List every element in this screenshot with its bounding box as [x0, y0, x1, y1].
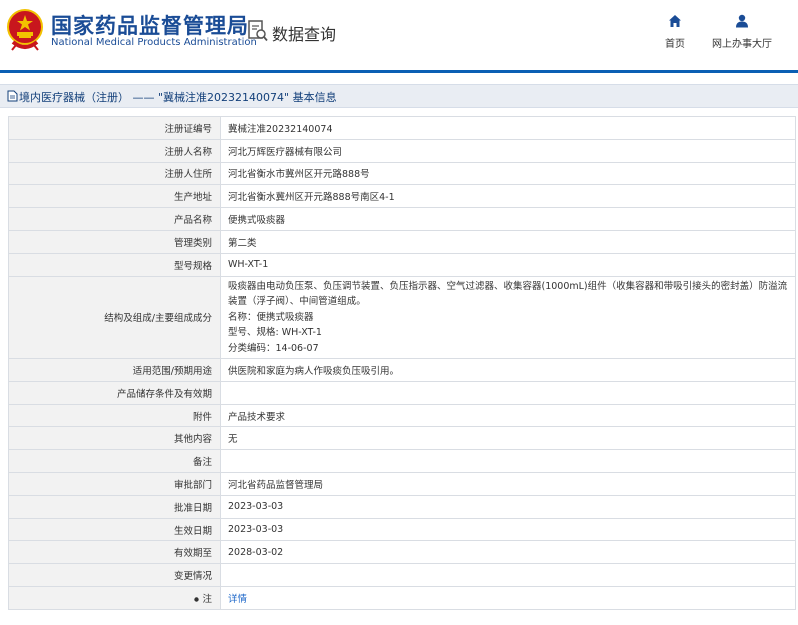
value-note-cell: 详情	[220, 586, 796, 610]
value-model: WH-XT-1	[220, 252, 796, 277]
table-row: 适用范围/预期用途 供医院和家庭为病人作吸痰负压吸引用。	[8, 358, 796, 382]
label-storage: 产品储存条件及有效期	[8, 380, 221, 405]
label-address: 注册人住所	[8, 161, 221, 186]
table-row: 审批部门 河北省药品监督管理局	[8, 472, 796, 496]
info-dot-icon	[194, 597, 200, 602]
label-reg-no: 注册证编号	[8, 116, 221, 140]
value-product-name: 便携式吸痰器	[220, 207, 796, 231]
value-other: 无	[220, 426, 796, 451]
label-approval-date: 批准日期	[8, 494, 221, 519]
value-attachment: 产品技术要求	[220, 403, 796, 428]
nav-online-hall[interactable]: 网上办事大厅	[706, 14, 778, 50]
table-row: 型号规格 WH-XT-1	[8, 252, 796, 277]
value-approval-date: 2023-03-03	[220, 494, 796, 519]
value-scope: 供医院和家庭为病人作吸痰负压吸引用。	[220, 358, 796, 382]
value-remarks	[220, 449, 796, 474]
label-attachment: 附件	[8, 403, 221, 428]
table-row: 管理类别 第二类	[8, 229, 796, 254]
table-row: 注 详情	[8, 586, 796, 610]
nav-hall-label: 网上办事大厅	[712, 39, 772, 50]
value-address: 河北省衡水市冀州区开元路888号	[220, 161, 796, 186]
label-effective-date: 生效日期	[8, 517, 221, 542]
value-expiry-date: 2028-03-02	[220, 540, 796, 565]
table-row: 产品名称 便携式吸痰器	[8, 207, 796, 231]
structure-line: 装置（浮子阀）、中间管道组成。	[228, 296, 366, 308]
value-structure: 吸痰器由电动负压泵、负压调节装置、负压指示器、空气过滤器、收集容器(1000mL…	[220, 275, 796, 360]
details-link[interactable]: 详情	[228, 594, 247, 605]
structure-line: 名称：便携式吸痰器	[228, 311, 314, 323]
org-name-cn: 国家药品监督管理局	[51, 14, 249, 38]
table-row: 注册人住所 河北省衡水市冀州区开元路888号	[8, 161, 796, 186]
site-header: 国家药品监督管理局 National Medical Products Admi…	[0, 0, 798, 70]
label-change: 变更情况	[8, 563, 221, 588]
label-production-address: 生产地址	[8, 184, 221, 209]
registration-info-table: 注册证编号 冀械注准20232140074 注册人名称 河北万辉医疗器械有限公司…	[8, 116, 796, 610]
breadcrumb-text: 境内医疗器械（注册） —— "冀械注准20232140074" 基本信息	[19, 91, 337, 104]
nav-home-label: 首页	[665, 39, 685, 50]
value-storage	[220, 380, 796, 405]
nav-home[interactable]: 首页	[656, 14, 694, 50]
structure-line: 型号、规格: WH-XT-1	[228, 327, 322, 339]
label-note: 注	[202, 593, 212, 605]
value-registrant: 河北万辉医疗器械有限公司	[220, 138, 796, 163]
home-icon	[669, 15, 681, 27]
label-model: 型号规格	[8, 252, 221, 277]
user-icon	[736, 14, 748, 28]
org-name-en: National Medical Products Administration	[51, 37, 257, 48]
label-product-name: 产品名称	[8, 207, 221, 231]
table-row: 结构及组成/主要组成成分 吸痰器由电动负压泵、负压调节装置、负压指示器、空气过滤…	[8, 275, 796, 360]
national-emblem-icon	[7, 9, 43, 51]
value-effective-date: 2023-03-03	[220, 517, 796, 542]
header-divider	[0, 70, 798, 73]
data-query-icon	[248, 20, 268, 42]
table-row: 注册证编号 冀械注准20232140074	[8, 116, 796, 140]
table-row: 批准日期 2023-03-03	[8, 494, 796, 519]
table-row: 生产地址 河北省衡水冀州区开元路888号南区4-1	[8, 184, 796, 209]
value-category: 第二类	[220, 229, 796, 254]
label-registrant: 注册人名称	[8, 138, 221, 163]
table-row: 其他内容 无	[8, 426, 796, 451]
value-approval-dept: 河北省药品监督管理局	[220, 472, 796, 496]
structure-line: 吸痰器由电动负压泵、负压调节装置、负压指示器、空气过滤器、收集容器(1000mL…	[228, 280, 788, 292]
table-row: 生效日期 2023-03-03	[8, 517, 796, 542]
table-row: 产品储存条件及有效期	[8, 380, 796, 405]
table-row: 附件 产品技术要求	[8, 403, 796, 428]
structure-line: 分类编码：14-06-07	[228, 342, 319, 354]
page-title: 数据查询	[272, 25, 337, 44]
table-row: 备注	[8, 449, 796, 474]
label-structure: 结构及组成/主要组成成分	[8, 275, 221, 360]
label-category: 管理类别	[8, 229, 221, 254]
table-row: 有效期至 2028-03-02	[8, 540, 796, 565]
document-icon	[7, 90, 18, 102]
value-change	[220, 563, 796, 588]
table-row: 变更情况	[8, 563, 796, 588]
breadcrumb: 境内医疗器械（注册） —— "冀械注准20232140074" 基本信息	[0, 84, 798, 108]
table-row: 注册人名称 河北万辉医疗器械有限公司	[8, 138, 796, 163]
label-scope: 适用范围/预期用途	[8, 358, 221, 382]
label-other: 其他内容	[8, 426, 221, 451]
label-remarks: 备注	[8, 449, 221, 474]
label-note-cell: 注	[8, 586, 221, 610]
value-production-address: 河北省衡水冀州区开元路888号南区4-1	[220, 184, 796, 209]
label-expiry-date: 有效期至	[8, 540, 221, 565]
label-approval-dept: 审批部门	[8, 472, 221, 496]
value-reg-no: 冀械注准20232140074	[220, 116, 796, 140]
